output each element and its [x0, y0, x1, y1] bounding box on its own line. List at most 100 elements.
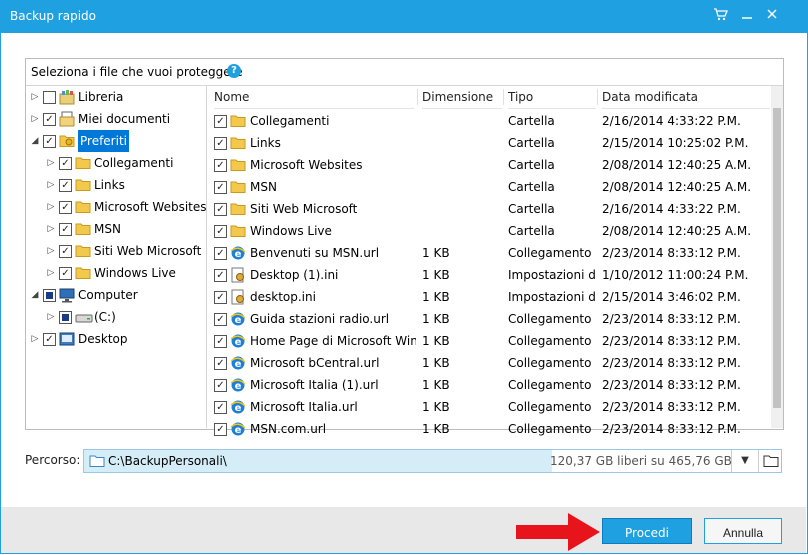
cart-icon[interactable]: [713, 6, 733, 26]
column-header-date[interactable]: Data modificata: [602, 86, 770, 109]
checkbox[interactable]: ✓: [214, 379, 227, 392]
tree-item[interactable]: ▷ ✓ Miei documenti: [26, 108, 204, 130]
table-row[interactable]: ✓ MSN Cartella 2/08/2014 12:40:25 A.M.: [210, 176, 770, 198]
table-row[interactable]: ✓ e Benvenuti su MSN.url 1 KB Collegamento I…: [210, 242, 770, 264]
checkbox[interactable]: ✓: [214, 247, 227, 260]
checkbox[interactable]: ✓: [59, 201, 72, 214]
collapsed-arrow-icon[interactable]: ▷: [30, 328, 40, 350]
tree-item[interactable]: ◢ ✓ Preferiti: [26, 130, 204, 152]
table-row[interactable]: ✓ Collegamenti Cartella 2/16/2014 4:33:22 P…: [210, 110, 770, 132]
scrollbar-thumb[interactable]: [773, 108, 781, 408]
collapsed-arrow-icon[interactable]: ▷: [46, 152, 56, 174]
minimize-icon[interactable]: [739, 6, 759, 26]
checkbox[interactable]: ✓: [59, 157, 72, 170]
cell-date: 2/15/2014 3:46:02 P.M.: [602, 290, 741, 304]
collapsed-arrow-icon[interactable]: ▷: [46, 174, 56, 196]
close-icon[interactable]: [764, 6, 784, 26]
collapsed-arrow-icon[interactable]: ▷: [46, 196, 56, 218]
checkbox[interactable]: ✓: [59, 223, 72, 236]
checkbox[interactable]: ✓: [214, 401, 227, 414]
checkbox[interactable]: ✓: [214, 159, 227, 172]
cell-type: Collegamento Internet: [508, 378, 596, 392]
cell-name: Home Page di Microsoft Windows.url: [250, 334, 416, 348]
tree-item[interactable]: ▷ Libreria: [26, 86, 204, 108]
collapsed-arrow-icon[interactable]: ▷: [46, 262, 56, 284]
tree-item[interactable]: ▷ ✓ Desktop: [26, 328, 204, 350]
tree-item[interactable]: ▷ ✓ Windows Live: [26, 262, 204, 284]
checkbox[interactable]: ✓: [43, 333, 56, 346]
documents-icon: [59, 111, 75, 127]
table-row[interactable]: ✓ Microsoft Websites Cartella 2/08/2014 12:…: [210, 154, 770, 176]
tree-item[interactable]: ▷ (C:): [26, 306, 204, 328]
table-row[interactable]: ✓ e Microsoft bCentral.url 1 KB Collegamento…: [210, 352, 770, 374]
instruction-label: Seleziona i file che vuoi proteggere: [31, 65, 243, 79]
table-row[interactable]: ✓ e Home Page di Microsoft Windows.url 1 KB…: [210, 330, 770, 352]
collapsed-arrow-icon[interactable]: ▷: [46, 218, 56, 240]
checkbox[interactable]: ✓: [59, 267, 72, 280]
tree-item-label: Microsoft Websites: [94, 200, 207, 214]
collapsed-arrow-icon[interactable]: ▷: [46, 240, 56, 262]
checkbox[interactable]: ✓: [214, 225, 227, 238]
checkbox[interactable]: [43, 91, 56, 104]
column-separator[interactable]: [597, 89, 598, 105]
path-field[interactable]: C:\BackupPersonali\ 120,37 GB liberi su …: [83, 449, 782, 473]
table-row[interactable]: ✓ Desktop (1).ini 1 KB Impostazioni di conf…: [210, 264, 770, 286]
column-header-name[interactable]: Nome: [214, 86, 414, 109]
checkbox[interactable]: ✓: [214, 203, 227, 216]
table-row[interactable]: ✓ e MSN.com.url 1 KB Collegamento Internet 2/…: [210, 418, 770, 440]
cancel-button[interactable]: Annulla: [704, 518, 782, 544]
cell-name: Guida stazioni radio.url: [250, 312, 390, 326]
checkbox[interactable]: ✓: [214, 137, 227, 150]
tree-item[interactable]: ▷ ✓ MSN: [26, 218, 204, 240]
table-row[interactable]: ✓ e Microsoft Italia (1).url 1 KB Collegamen…: [210, 374, 770, 396]
checkbox[interactable]: ✓: [214, 313, 227, 326]
table-row[interactable]: ✓ Links Cartella 2/15/2014 10:25:02 P.M.: [210, 132, 770, 154]
table-row[interactable]: ✓ Windows Live Cartella 2/08/2014 12:40:25 …: [210, 220, 770, 242]
column-separator[interactable]: [503, 89, 504, 105]
tree-item[interactable]: ▷ ✓ Collegamenti: [26, 152, 204, 174]
table-row[interactable]: ✓ desktop.ini 1 KB Impostazioni di configur…: [210, 286, 770, 308]
collapsed-arrow-icon[interactable]: ▷: [46, 306, 56, 328]
table-row[interactable]: ✓ e Microsoft Italia.url 1 KB Collegamento I…: [210, 396, 770, 418]
checkbox[interactable]: ✓: [214, 357, 227, 370]
checkbox[interactable]: ✓: [214, 291, 227, 304]
path-dropdown-button[interactable]: ▼: [731, 450, 758, 472]
folder-browse-icon: [763, 455, 779, 467]
table-row[interactable]: ✓ e Guida stazioni radio.url 1 KB Collegamen…: [210, 308, 770, 330]
svg-text:e: e: [235, 425, 242, 436]
cell-size: 1 KB: [422, 246, 450, 260]
tree-item[interactable]: ▷ ✓ Microsoft Websites: [26, 196, 207, 218]
help-icon[interactable]: ?: [227, 64, 241, 78]
proceed-button[interactable]: Procedi: [602, 518, 692, 544]
column-header-size[interactable]: Dimensione: [422, 86, 502, 109]
expanded-arrow-icon[interactable]: ◢: [30, 130, 40, 152]
table-row[interactable]: ✓ Siti Web Microsoft Cartella 2/16/2014 4:3…: [210, 198, 770, 220]
checkbox[interactable]: ✓: [59, 179, 72, 192]
cell-type: Collegamento Internet: [508, 312, 596, 326]
browse-folder-button[interactable]: [758, 450, 782, 472]
column-header-type[interactable]: Tipo: [508, 86, 596, 109]
checkbox[interactable]: [59, 311, 72, 324]
checkbox[interactable]: ✓: [214, 181, 227, 194]
checkbox[interactable]: ✓: [214, 335, 227, 348]
checkbox[interactable]: ✓: [214, 115, 227, 128]
checkbox[interactable]: ✓: [43, 135, 56, 148]
collapsed-arrow-icon[interactable]: ▷: [30, 108, 40, 130]
collapsed-arrow-icon[interactable]: ▷: [30, 86, 40, 108]
cell-size: 1 KB: [422, 422, 450, 436]
tree-item[interactable]: ◢ Computer: [26, 284, 204, 306]
checkbox[interactable]: ✓: [59, 245, 72, 258]
red-arrow-icon: [516, 513, 600, 551]
title-bar: Backup rapido: [0, 0, 808, 33]
tree-item[interactable]: ▷ ✓ Siti Web Microsoft: [26, 240, 204, 262]
expanded-arrow-icon[interactable]: ◢: [30, 284, 40, 306]
cell-date: 2/23/2014 8:33:12 P.M.: [602, 378, 741, 392]
checkbox[interactable]: [43, 289, 56, 302]
column-separator[interactable]: [417, 89, 418, 105]
vertical-scrollbar[interactable]: [771, 86, 783, 428]
checkbox[interactable]: ✓: [214, 423, 227, 436]
checkbox[interactable]: ✓: [43, 113, 56, 126]
cell-name: MSN: [250, 180, 277, 194]
tree-item[interactable]: ▷ ✓ Links: [26, 174, 204, 196]
checkbox[interactable]: ✓: [214, 269, 227, 282]
